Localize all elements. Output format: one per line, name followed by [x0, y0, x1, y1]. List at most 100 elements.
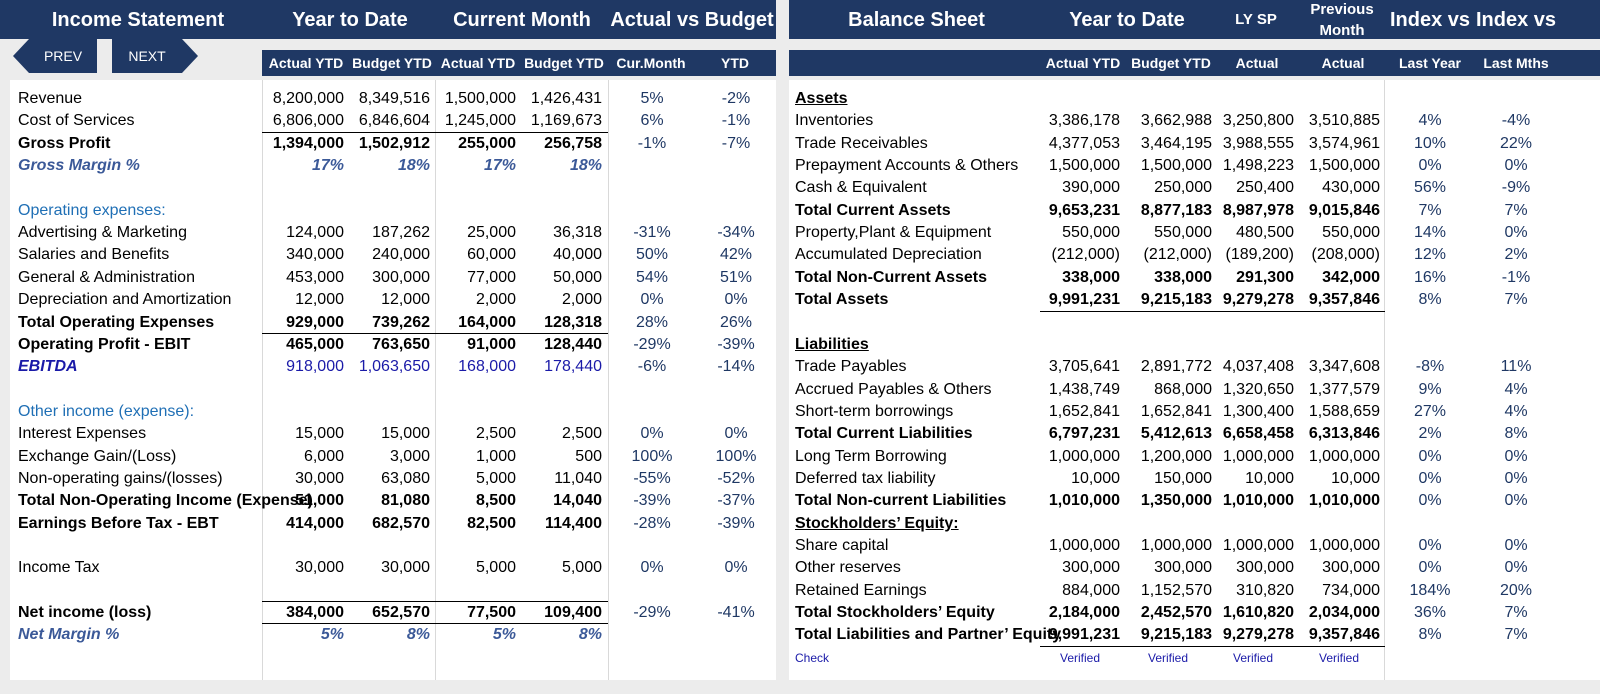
income-cell: 1,426,431: [530, 90, 602, 107]
balance-cell: [1390, 88, 1470, 110]
income-cell: [348, 379, 430, 401]
income-cell: 240,000: [372, 246, 430, 264]
balance-cell: -4%: [1501, 112, 1531, 130]
income-cell: 453,000: [286, 268, 344, 286]
income-cell: 0%: [724, 559, 748, 577]
income-cell: 2,500: [561, 425, 602, 443]
income-row-label: [18, 379, 262, 401]
balance-cell: 27%: [1413, 402, 1447, 420]
balance-row-label: Trade Receivables: [795, 134, 928, 152]
income-cell: 1,063,650: [358, 358, 430, 376]
divider: [608, 80, 609, 680]
income-cell: 18%: [397, 157, 430, 175]
balance-cell: 550,000: [1154, 224, 1212, 242]
income-cell: 1,500,000: [444, 90, 516, 107]
balance-cell: 1,300,400: [1222, 402, 1294, 420]
balance-cell: [1124, 334, 1212, 356]
balance-cell: 20%: [1499, 581, 1533, 599]
income-row-label: EBITDA: [18, 358, 78, 376]
sub-bs-budget-ytd: Budget YTD: [1131, 54, 1211, 71]
income-cell: 1,502,912: [358, 134, 430, 152]
balance-cell: 1,000,000: [1308, 537, 1380, 554]
balance-cell: [1298, 312, 1380, 334]
balance-cell: 0%: [1418, 492, 1442, 510]
balance-cell: 1,652,841: [1140, 402, 1212, 420]
balance-cell: 150,000: [1154, 469, 1212, 487]
balance-cell: 1,000,000: [1222, 537, 1294, 554]
income-cell: [348, 535, 430, 557]
balance-row-label: Share capital: [795, 537, 889, 554]
income-cell: -37%: [717, 492, 755, 510]
balance-cell: -1%: [1501, 268, 1531, 286]
balance-cell: 3,250,800: [1222, 112, 1294, 130]
actual-vs-budget-header: Actual vs Budget: [610, 8, 774, 31]
income-row-label: [18, 177, 262, 199]
balance-cell: 8%: [1504, 425, 1528, 443]
balance-cell: -8%: [1415, 358, 1445, 376]
income-cell: 2,000: [561, 291, 602, 309]
income-cell: 0%: [640, 425, 664, 443]
balance-cell: (212,000): [1143, 246, 1213, 264]
income-cell: [520, 379, 602, 401]
balance-cell: Verified: [1147, 650, 1189, 665]
sub-cur-month-var: Cur.Month: [616, 54, 686, 71]
balance-cell: 0%: [1418, 537, 1442, 554]
income-cell: 5%: [320, 626, 344, 644]
balance-cell: 6,313,846: [1308, 425, 1380, 443]
balance-cell: [1124, 513, 1212, 535]
income-cell: [348, 200, 430, 222]
balance-cell: 9,653,231: [1048, 201, 1120, 219]
divider: [1384, 80, 1385, 680]
balance-cell: 3,574,961: [1308, 134, 1380, 152]
balance-cell: [1040, 88, 1120, 110]
balance-cell: [1040, 513, 1120, 535]
balance-cell: 8%: [1418, 291, 1442, 309]
income-cell: -28%: [633, 514, 671, 532]
prev-button[interactable]: PREV: [13, 39, 97, 73]
income-cell: 8,500: [475, 492, 516, 510]
income-cell: [436, 580, 516, 602]
balance-row-label: Accrued Payables & Others: [795, 380, 992, 398]
balance-cell: 9,357,846: [1308, 291, 1380, 309]
balance-cell: 9,991,231: [1048, 291, 1120, 309]
balance-cell: 4%: [1504, 380, 1528, 398]
income-cell: 77,000: [467, 268, 516, 286]
balance-row-label: Total Current Liabilities: [795, 425, 973, 443]
income-cell: 414,000: [286, 514, 344, 532]
previous-month-header: Previous Month: [1298, 0, 1386, 39]
balance-cell: 0%: [1418, 559, 1442, 577]
income-cell: 77,500: [467, 604, 516, 622]
income-cell: 256,758: [544, 134, 602, 152]
balance-cell: [1476, 312, 1556, 334]
balance-cell: 9,215,183: [1140, 291, 1212, 309]
balance-cell: 2,452,570: [1140, 604, 1212, 622]
balance-cell: [1040, 312, 1120, 334]
income-row-label: Operating expenses:: [18, 201, 166, 219]
balance-cell: 1,500,000: [1048, 157, 1120, 175]
income-cell: 17%: [311, 157, 344, 175]
income-cell: 30,000: [295, 559, 344, 577]
balance-cell: 9,215,183: [1140, 626, 1212, 644]
income-cell: 124,000: [286, 224, 344, 242]
balance-row-label: Deferred tax liability: [795, 469, 936, 487]
income-cell: 918,000: [286, 358, 344, 376]
income-row-label: Depreciation and Amortization: [18, 291, 232, 309]
next-button[interactable]: NEXT: [112, 39, 198, 73]
balance-cell: 12%: [1413, 246, 1447, 264]
balance-cell: [1476, 513, 1556, 535]
income-row-label: Salaries and Benefits: [18, 246, 170, 264]
income-cell: 168,000: [458, 358, 516, 376]
balance-cell: 4%: [1504, 402, 1528, 420]
balance-cell: 2%: [1418, 425, 1442, 443]
balance-row-label: Cash & Equivalent: [795, 179, 927, 197]
balance-cell: [1298, 88, 1380, 110]
income-cell: [264, 200, 344, 222]
income-cell: [520, 401, 602, 423]
income-cell: -14%: [717, 358, 755, 376]
income-cell: 114,400: [545, 514, 602, 532]
income-cell: 465,000: [286, 335, 344, 353]
income-cell: [696, 624, 776, 646]
balance-cell: 734,000: [1322, 581, 1380, 599]
balance-cell: 1,500,000: [1140, 157, 1212, 175]
balance-cell: 0%: [1418, 157, 1442, 175]
